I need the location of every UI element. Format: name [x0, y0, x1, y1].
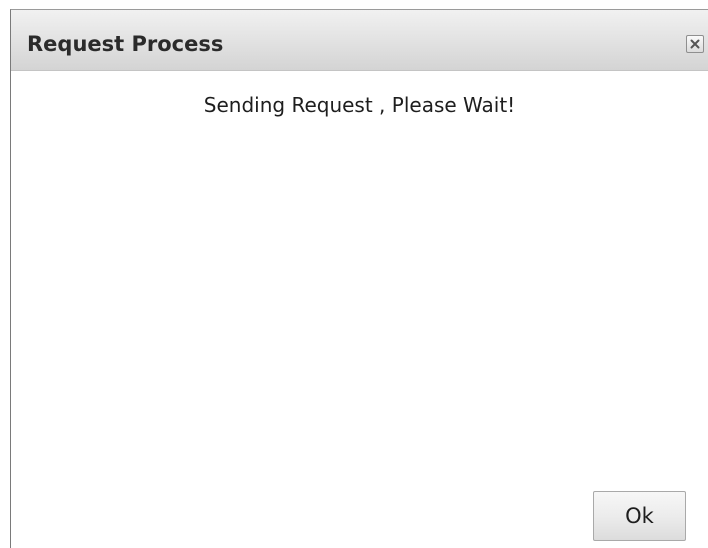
close-button[interactable]	[686, 35, 704, 53]
dialog-titlebar[interactable]: Request Process	[11, 10, 708, 71]
status-message: Sending Request , Please Wait!	[203, 93, 516, 117]
close-icon	[690, 39, 700, 49]
dialog-title: Request Process	[27, 32, 224, 56]
request-process-dialog: Request Process Sending Request , Please…	[10, 9, 708, 548]
ok-button[interactable]: Ok	[593, 491, 686, 541]
